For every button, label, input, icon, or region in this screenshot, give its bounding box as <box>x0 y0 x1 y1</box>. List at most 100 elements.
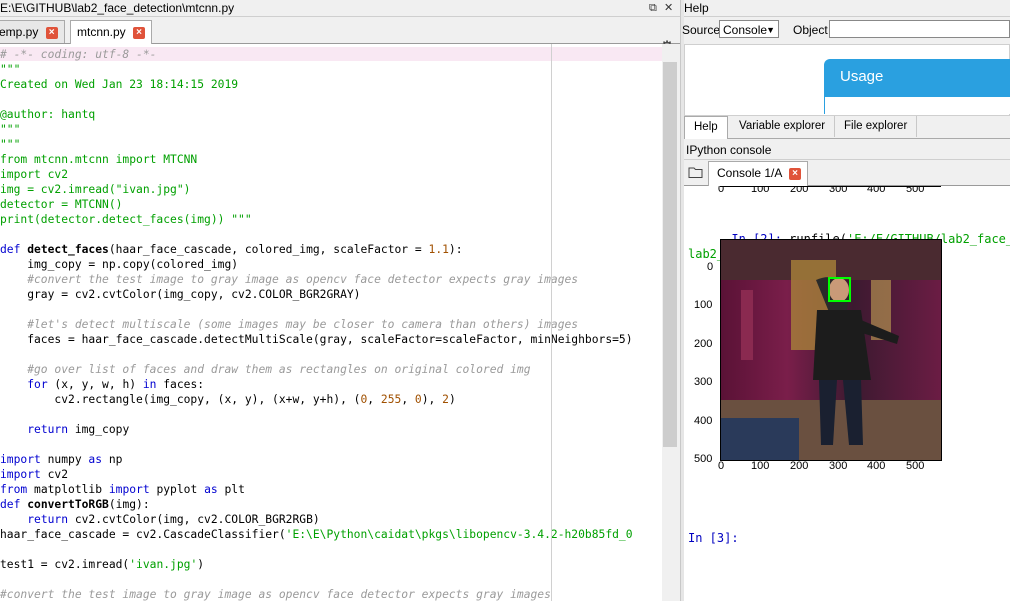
code-token: ) <box>197 558 205 571</box>
code-token: import <box>108 483 150 496</box>
code-line: import numpy as np <box>0 452 633 467</box>
usage-heading: Usage <box>824 59 1010 99</box>
source-select[interactable]: Console ▼ <box>719 20 779 38</box>
tab-emp[interactable]: emp.py × <box>0 20 65 43</box>
editor-pane: E:\E\GITHUB\lab2_face_detection\mtcnn.py… <box>0 0 680 601</box>
y-tick-label: 100 <box>694 299 713 311</box>
tab-mtcnn[interactable]: mtcnn.py × <box>70 20 153 44</box>
close-tab-icon[interactable]: × <box>789 167 802 180</box>
code-token: cv2.rectangle(img_copy, (x, y), (x+w, y+… <box>0 393 361 406</box>
code-token: plt <box>217 483 245 496</box>
tab-help[interactable]: Help <box>684 116 728 139</box>
y-tick-label: 200 <box>694 338 713 350</box>
editor-scrollbar-thumb[interactable] <box>663 62 677 447</box>
console-output[interactable]: 0 100 200 300 400 500 In [2]: runfile('E… <box>684 186 1010 601</box>
input-prompt: In [3]: <box>688 531 739 545</box>
undock-icon[interactable]: ⧉ <box>649 0 657 16</box>
folder-icon[interactable] <box>688 165 704 179</box>
code-token: import <box>0 453 41 466</box>
code-token: 255 <box>380 393 402 406</box>
code-token: """ <box>0 138 21 151</box>
code-token: # -*- coding: utf-8 -*- <box>0 48 157 61</box>
x-tick-label: 100 <box>751 460 770 472</box>
code-line: img = cv2.imread("ivan.jpg") <box>0 182 633 197</box>
code-line: #convert the test image to gray image as… <box>0 587 633 601</box>
code-line: detector = MTCNN() <box>0 197 633 212</box>
x-tick-label: 200 <box>790 460 809 472</box>
code-token: , <box>367 393 381 406</box>
code-token: print(detector.detect_faces(img)) """ <box>0 213 252 226</box>
code-token: ): <box>448 243 463 256</box>
tick-label: 500 <box>906 186 925 195</box>
previous-plot-axis: 0 100 200 300 400 500 <box>684 186 1010 198</box>
tab-file-explorer[interactable]: File explorer <box>835 116 918 137</box>
tab-variable-explorer[interactable]: Variable explorer <box>730 116 836 137</box>
code-line: """ <box>0 62 633 77</box>
code-line: img_copy = np.copy(colored_img) <box>0 257 633 272</box>
edge-line <box>551 44 552 601</box>
code-token: as <box>88 453 103 466</box>
code-line: """ <box>0 137 633 152</box>
code-token: #convert the test image to gray image as… <box>0 588 551 601</box>
close-pane-icon[interactable]: ✕ <box>664 0 673 16</box>
code-token: pyplot <box>149 483 205 496</box>
code-token: return <box>27 423 69 436</box>
code-token: 'ivan.jpg' <box>129 558 198 571</box>
y-tick-label: 500 <box>694 453 713 465</box>
code-line: import cv2 <box>0 167 633 182</box>
usage-body <box>824 97 1010 114</box>
code-line: faces = haar_face_cascade.detectMultiSca… <box>0 332 633 347</box>
code-token: faces = haar_face_cascade.detectMultiSca… <box>0 333 633 346</box>
code-line: @author: hantq <box>0 107 633 122</box>
tick-label: 100 <box>751 186 770 195</box>
chevron-down-icon: ▼ <box>766 25 775 35</box>
code-line: cv2.rectangle(img_copy, (x, y), (x+w, y+… <box>0 392 633 407</box>
code-line: #let's detect multiscale (some images ma… <box>0 317 633 332</box>
code-token: #go over list of faces and draw them as … <box>0 363 531 376</box>
code-token: np <box>102 453 123 466</box>
code-line: def convertToRGB(img): <box>0 497 633 512</box>
editor-file-path: E:\E\GITHUB\lab2_face_detection\mtcnn.py <box>0 1 235 15</box>
object-input[interactable] <box>829 20 1010 38</box>
code-token: convertToRGB <box>27 498 109 511</box>
code-line: """ <box>0 122 633 137</box>
tick-label: 0 <box>718 186 725 195</box>
code-token: for <box>27 378 48 391</box>
code-editor[interactable]: # -*- coding: utf-8 -*- """ Created on Wed… <box>0 44 662 601</box>
close-tab-icon[interactable]: × <box>133 26 146 39</box>
close-tab-icon[interactable]: × <box>45 26 58 39</box>
code-token: @author: hantq <box>0 108 96 121</box>
code-token: return <box>27 513 69 526</box>
console-input-3[interactable]: In [3]: <box>688 531 739 545</box>
code-token: def <box>0 498 28 511</box>
code-token: import cv2 <box>0 168 69 181</box>
code-token: gray = cv2.cvtColor(img_copy, cv2.COLOR_… <box>0 288 361 301</box>
y-tick-label: 400 <box>694 415 713 427</box>
x-tick-label: 500 <box>906 460 925 472</box>
code-token: as <box>204 483 218 496</box>
x-tick-label: 0 <box>718 460 725 472</box>
code-line: print(detector.detect_faces(img)) """ <box>0 212 633 227</box>
tab-console-1a[interactable]: Console 1/A × <box>708 161 809 186</box>
face-detection-image <box>720 239 942 461</box>
code-line: haar_face_cascade = cv2.CascadeClassifie… <box>0 527 633 542</box>
code-token: 0 <box>414 393 422 406</box>
code-line: return cv2.cvtColor(img, cv2.COLOR_BGR2R… <box>0 512 633 527</box>
code-token: detector = MTCNN() <box>0 198 123 211</box>
code-token: (x, y, w, h) <box>47 378 143 391</box>
code-line: for (x, y, w, h) in faces: <box>0 377 633 392</box>
code-token: img_copy = np.copy(colored_img) <box>0 258 239 271</box>
code-token: ), <box>421 393 443 406</box>
y-tick-label: 0 <box>707 261 714 273</box>
editor-tab-bar: emp.py × mtcnn.py × ⚙ <box>0 17 680 56</box>
code-line: def detect_faces(haar_face_cascade, colo… <box>0 242 633 257</box>
help-title: Help <box>684 0 1010 17</box>
